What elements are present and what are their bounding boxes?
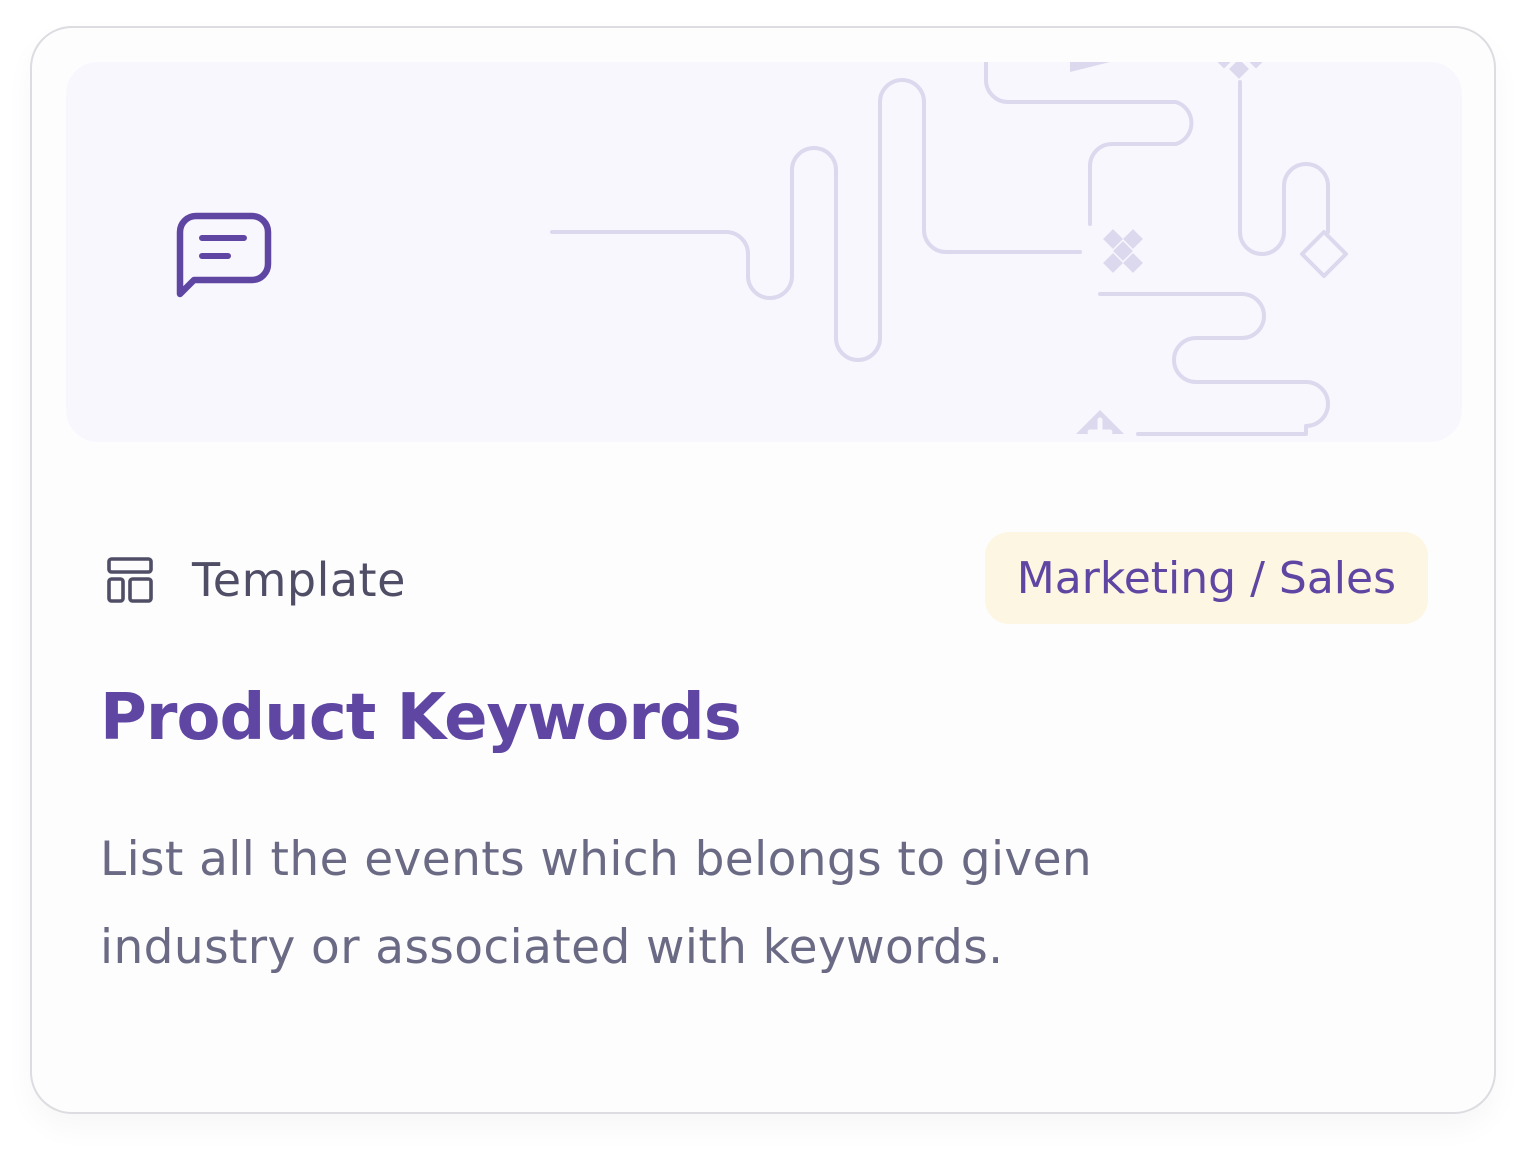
template-card[interactable]: Template Marketing / Sales Product Keywo… [30,26,1496,1114]
card-title[interactable]: Product Keywords [100,676,742,760]
template-type-label: Template [192,553,406,607]
decorative-pattern [550,62,1348,442]
chat-message-icon [176,212,272,298]
card-description: List all the events which belongs to giv… [100,832,1093,975]
category-badge: Marketing / Sales [984,532,1428,624]
card-banner [66,62,1462,442]
card-meta-row: Template Marketing / Sales [102,532,1428,624]
template-layout-icon [107,557,153,603]
